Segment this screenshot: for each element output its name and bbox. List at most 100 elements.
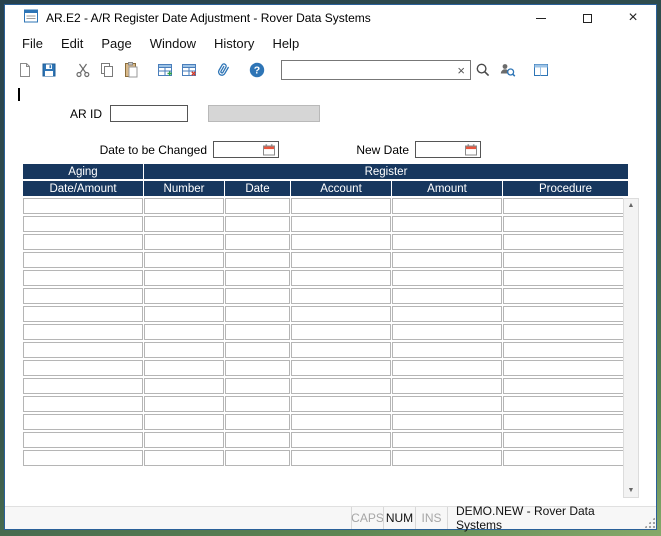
table-row[interactable] [23,450,628,466]
table-cell[interactable] [392,432,502,448]
table-cell[interactable] [23,198,143,214]
table-cell[interactable] [291,270,391,286]
table-cell[interactable] [23,252,143,268]
table-cell[interactable] [225,414,290,430]
scroll-up-icon[interactable]: ▲ [624,199,638,212]
table-cell[interactable] [291,216,391,232]
delete-line-button[interactable] [177,58,201,82]
table-cell[interactable] [225,234,290,250]
search-input[interactable] [286,63,454,77]
table-cell[interactable] [144,270,224,286]
paste-button[interactable] [119,58,143,82]
table-cell[interactable] [291,198,391,214]
menu-page[interactable]: Page [92,32,140,55]
table-cell[interactable] [291,450,391,466]
table-cell[interactable] [225,378,290,394]
table-cell[interactable] [225,198,290,214]
copy-button[interactable] [95,58,119,82]
table-cell[interactable] [144,432,224,448]
table-cell[interactable] [23,216,143,232]
table-row[interactable] [23,414,628,430]
table-cell[interactable] [144,396,224,412]
table-cell[interactable] [23,288,143,304]
table-cell[interactable] [503,288,628,304]
table-cell[interactable] [225,306,290,322]
table-cell[interactable] [291,342,391,358]
table-cell[interactable] [392,216,502,232]
save-button[interactable] [37,58,61,82]
table-cell[interactable] [23,342,143,358]
table-cell[interactable] [291,432,391,448]
table-cell[interactable] [144,306,224,322]
table-cell[interactable] [291,288,391,304]
table-cell[interactable] [503,270,628,286]
table-cell[interactable] [503,252,628,268]
title-bar[interactable]: AR.E2 - A/R Register Date Adjustment - R… [5,5,656,31]
menu-help[interactable]: Help [263,32,308,55]
table-cell[interactable] [392,306,502,322]
maximize-button[interactable] [564,5,610,31]
table-cell[interactable] [503,432,628,448]
search-button[interactable] [471,58,495,82]
table-row[interactable] [23,198,628,214]
table-cell[interactable] [23,324,143,340]
table-cell[interactable] [503,414,628,430]
table-cell[interactable] [503,324,628,340]
table-cell[interactable] [392,288,502,304]
table-cell[interactable] [225,432,290,448]
table-cell[interactable] [144,414,224,430]
table-cell[interactable] [291,360,391,376]
table-cell[interactable] [225,216,290,232]
table-cell[interactable] [144,378,224,394]
table-row[interactable] [23,270,628,286]
table-cell[interactable] [503,306,628,322]
table-cell[interactable] [503,360,628,376]
table-cell[interactable] [144,342,224,358]
table-cell[interactable] [392,324,502,340]
table-row[interactable] [23,306,628,322]
table-cell[interactable] [23,270,143,286]
table-row[interactable] [23,432,628,448]
table-cell[interactable] [144,198,224,214]
menu-file[interactable]: File [13,32,52,55]
table-cell[interactable] [503,234,628,250]
table-row[interactable] [23,360,628,376]
resize-grip[interactable] [642,507,656,529]
table-cell[interactable] [225,360,290,376]
table-cell[interactable] [503,396,628,412]
table-cell[interactable] [291,252,391,268]
table-cell[interactable] [503,342,628,358]
help-button[interactable]: ? [245,58,269,82]
table-cell[interactable] [23,450,143,466]
user-search-button[interactable] [495,58,519,82]
table-cell[interactable] [503,198,628,214]
table-row[interactable] [23,324,628,340]
table-cell[interactable] [291,324,391,340]
table-cell[interactable] [291,378,391,394]
table-row[interactable] [23,216,628,232]
table-cell[interactable] [23,360,143,376]
date-to-change-calendar-button[interactable] [260,142,278,157]
table-cell[interactable] [225,342,290,358]
menu-history[interactable]: History [205,32,263,55]
table-row[interactable] [23,234,628,250]
scroll-down-icon[interactable]: ▼ [624,484,638,497]
table-cell[interactable] [392,378,502,394]
table-cell[interactable] [144,252,224,268]
minimize-button[interactable] [518,5,564,31]
table-cell[interactable] [392,252,502,268]
table-row[interactable] [23,288,628,304]
form-view-button[interactable] [529,58,553,82]
table-cell[interactable] [291,396,391,412]
date-to-change-input[interactable] [214,143,260,157]
table-cell[interactable] [225,450,290,466]
table-cell[interactable] [144,234,224,250]
table-cell[interactable] [225,324,290,340]
table-cell[interactable] [392,234,502,250]
table-cell[interactable] [291,414,391,430]
table-cell[interactable] [23,306,143,322]
vertical-scrollbar[interactable]: ▲ ▼ [623,198,639,498]
menu-window[interactable]: Window [141,32,205,55]
table-row[interactable] [23,342,628,358]
table-cell[interactable] [503,378,628,394]
